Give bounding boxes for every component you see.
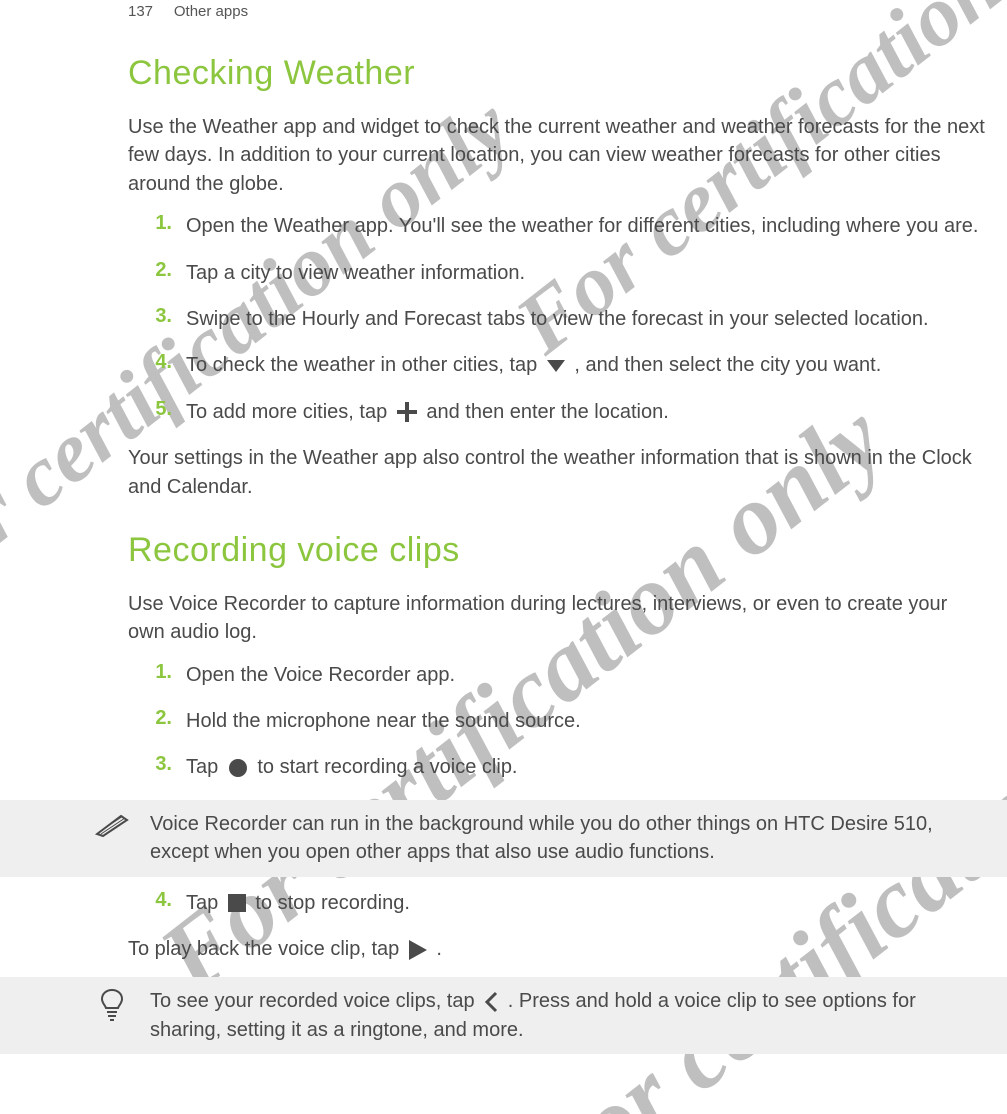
step-text-part: to start recording a voice clip.: [257, 756, 517, 778]
weather-intro: Use the Weather app and widget to check …: [128, 113, 987, 198]
step-text: Tap a city to view weather information.: [186, 259, 987, 287]
section-title-weather: Checking Weather: [128, 54, 987, 93]
text-part: To play back the voice clip, tap: [128, 938, 405, 960]
list-item: 1. Open the Weather app. You'll see the …: [128, 212, 987, 240]
weather-outro: Your settings in the Weather app also co…: [128, 444, 987, 501]
step-number: 2.: [146, 259, 172, 282]
step-text: Tap to start recording a voice clip.: [186, 753, 987, 781]
page-number: 137: [128, 3, 153, 20]
step-number: 3.: [146, 753, 172, 776]
step-text: Hold the microphone near the sound sourc…: [186, 707, 987, 735]
step-text-part: To check the weather in other cities, ta…: [186, 354, 543, 376]
recording-steps: 1. Open the Voice Recorder app. 2. Hold …: [128, 661, 987, 782]
step-number: 4.: [146, 351, 172, 374]
step-text: Swipe to the Hourly and Forecast tabs to…: [186, 305, 987, 333]
step-text-part: Tap: [186, 892, 224, 914]
step-text-part: , and then select the city you want.: [574, 354, 881, 376]
step-text: Open the Voice Recorder app.: [186, 661, 987, 689]
step-text-part: To add more cities, tap: [186, 401, 393, 423]
list-item: 4. To check the weather in other cities,…: [128, 351, 987, 379]
playback-instruction: To play back the voice clip, tap .: [128, 935, 987, 963]
list-item: 2. Tap a city to view weather informatio…: [128, 259, 987, 287]
tip-box: To see your recorded voice clips, tap . …: [0, 977, 1007, 1054]
dropdown-icon: [547, 360, 565, 372]
list-item: 4. Tap to stop recording.: [128, 889, 987, 917]
step-text: Tap to stop recording.: [186, 889, 987, 917]
list-item: 5. To add more cities, tap and then ente…: [128, 398, 987, 426]
step-number: 1.: [146, 212, 172, 235]
weather-steps: 1. Open the Weather app. You'll see the …: [128, 212, 987, 426]
section-title-recording: Recording voice clips: [128, 531, 987, 570]
stop-icon: [228, 894, 246, 912]
step-text-part: Tap: [186, 756, 224, 778]
step-text-part: and then enter the location.: [426, 401, 668, 423]
recording-steps-cont: 4. Tap to stop recording.: [128, 889, 987, 917]
step-number: 2.: [146, 707, 172, 730]
step-text: Open the Weather app. You'll see the wea…: [186, 212, 987, 240]
step-number: 5.: [146, 398, 172, 421]
list-item: 2. Hold the microphone near the sound so…: [128, 707, 987, 735]
step-number: 3.: [146, 305, 172, 328]
step-text: To check the weather in other cities, ta…: [186, 351, 987, 379]
step-text: To add more cities, tap and then enter t…: [186, 398, 987, 426]
header-section: Other apps: [174, 3, 248, 20]
text-part: .: [436, 938, 442, 960]
page: For certification only For certification…: [0, 0, 1007, 1114]
plus-icon: [397, 402, 417, 422]
back-icon: [484, 991, 498, 1013]
note-text: Voice Recorder can run in the background…: [150, 810, 985, 867]
tip-text: To see your recorded voice clips, tap . …: [150, 987, 985, 1044]
note-box: Voice Recorder can run in the background…: [0, 800, 1007, 877]
list-item: 3. Swipe to the Hourly and Forecast tabs…: [128, 305, 987, 333]
page-content: Checking Weather Use the Weather app and…: [128, 40, 987, 1066]
lightbulb-icon: [92, 987, 132, 1021]
record-icon: [228, 758, 248, 778]
recording-intro: Use Voice Recorder to capture informatio…: [128, 590, 987, 647]
page-header: 137 Other apps: [128, 3, 248, 20]
list-item: 3. Tap to start recording a voice clip.: [128, 753, 987, 781]
list-item: 1. Open the Voice Recorder app.: [128, 661, 987, 689]
step-text-part: to stop recording.: [255, 892, 410, 914]
step-number: 4.: [146, 889, 172, 912]
note-icon: [92, 810, 132, 838]
text-part: To see your recorded voice clips, tap: [150, 990, 480, 1012]
step-number: 1.: [146, 661, 172, 684]
play-icon: [409, 940, 427, 960]
